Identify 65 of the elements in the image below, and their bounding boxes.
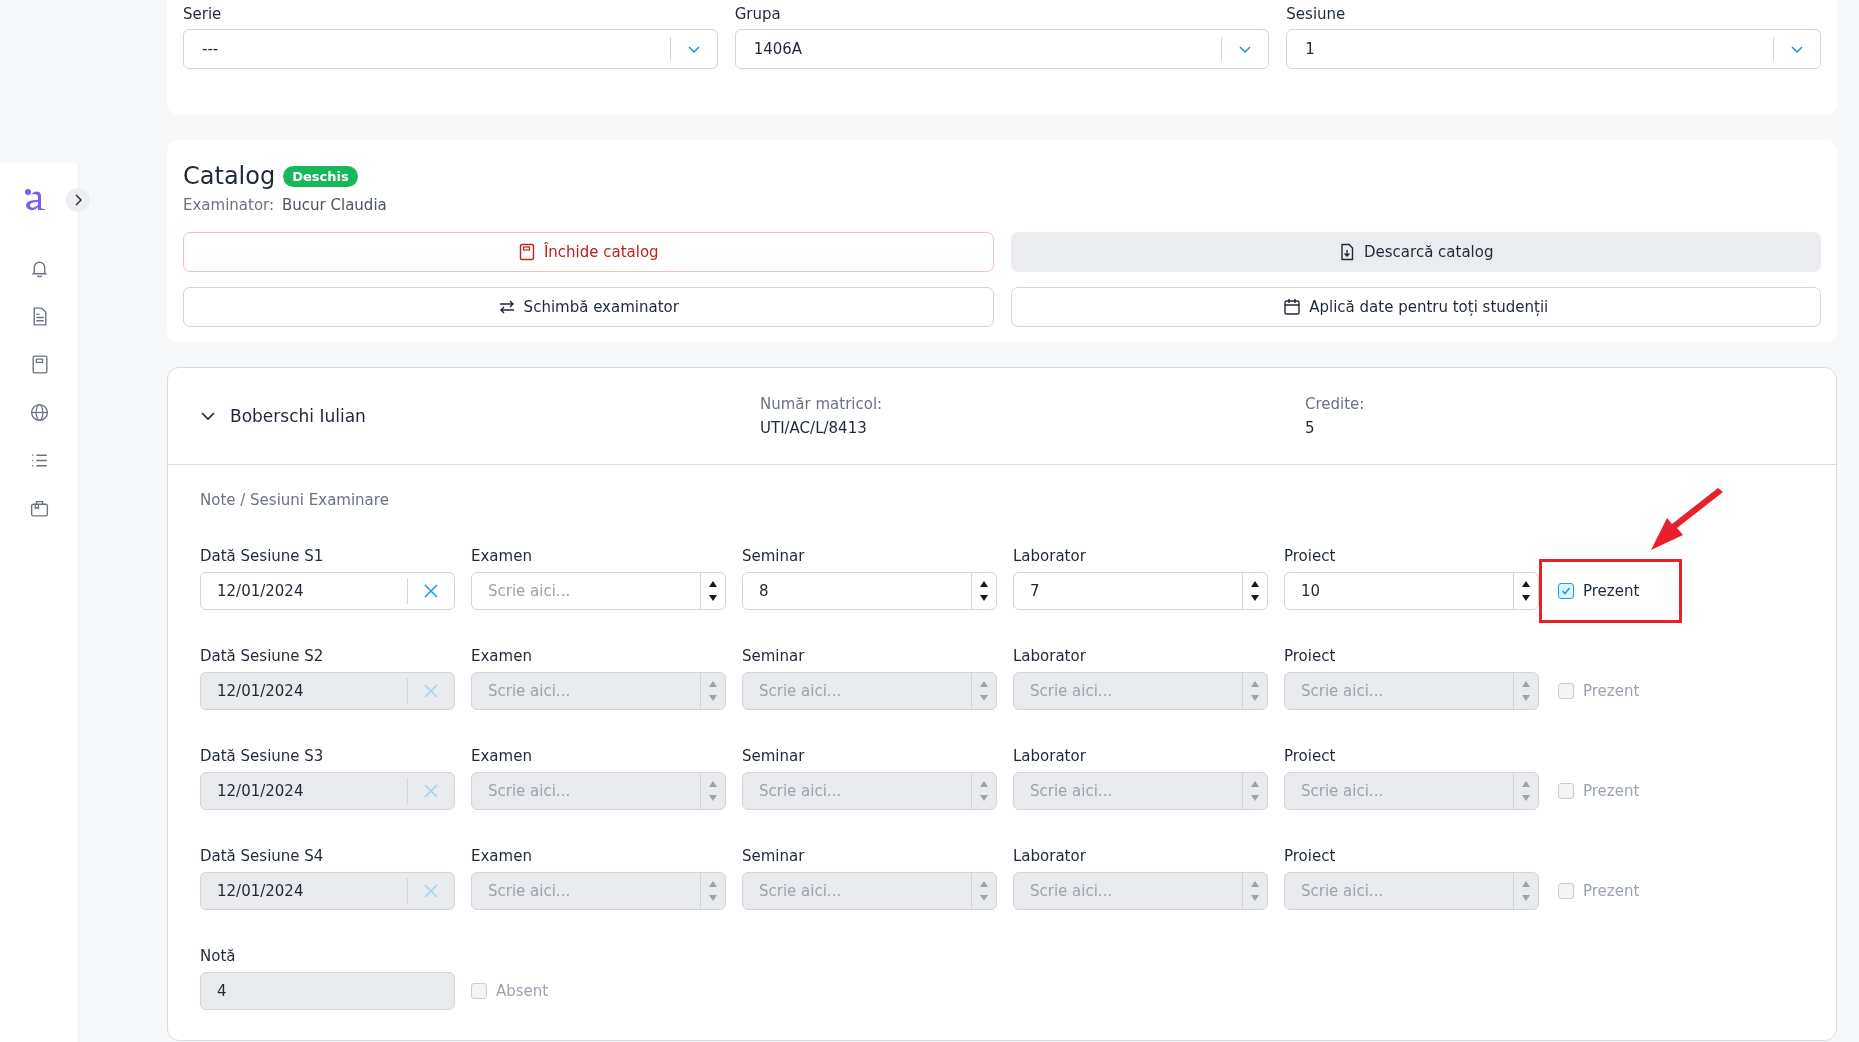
catalog-button[interactable]: Schimbă examinator: [183, 287, 994, 327]
examiner-name: Bucur Claudia: [282, 196, 387, 214]
select-field[interactable]: 1406A: [734, 29, 1270, 69]
field-label: Examen: [471, 647, 533, 665]
expand-sidebar-button[interactable]: [66, 188, 90, 212]
field-label: Laborator: [1013, 847, 1087, 865]
field-label: Proiect: [1284, 547, 1337, 565]
calendar-icon: [1283, 298, 1302, 316]
select-field[interactable]: ---: [183, 29, 718, 69]
field-label: Dată Sesiune S3: [200, 747, 325, 765]
field-label: Notă: [200, 947, 237, 965]
section-title: Note / Sesiuni Examinare: [200, 491, 390, 509]
field-label: Laborator: [1013, 547, 1087, 565]
field-value: 5: [1305, 419, 1316, 437]
clear-icon[interactable]: [424, 584, 438, 598]
field-label: Dată Sesiune S4: [200, 847, 325, 865]
chevron-down-icon: [686, 44, 701, 54]
field-label: Proiect: [1284, 747, 1337, 765]
file-download-icon: [1338, 243, 1356, 261]
field-label: Proiect: [1284, 647, 1337, 665]
chevron-down-icon[interactable]: [200, 410, 216, 422]
number-field[interactable]: 8: [742, 572, 997, 610]
field-value: UTI/AC/L/8413: [760, 419, 868, 437]
field-label: Laborator: [1013, 747, 1087, 765]
checkbox-label: Prezent: [1583, 782, 1640, 800]
student-name: Boberschi Iulian: [230, 406, 366, 426]
number-field[interactable]: 7: [1013, 572, 1268, 610]
notebook-icon: [517, 243, 536, 261]
checkbox[interactable]: [1558, 583, 1574, 599]
filter-label: Serie: [183, 5, 223, 23]
status-badge: Deschis: [283, 165, 358, 187]
field-label: Dată Sesiune S2: [200, 647, 325, 665]
catalog-button[interactable]: Închide catalog: [183, 232, 994, 272]
field-label: Examen: [471, 547, 533, 565]
examiner-label: Examinator:: [183, 196, 275, 214]
chevron-right-icon: [73, 194, 83, 206]
checkbox-label: Prezent: [1583, 882, 1640, 900]
field-label: Număr matricol:: [760, 395, 884, 413]
date-field[interactable]: 12/01/2024: [200, 572, 455, 610]
catalog-button[interactable]: Descarcă catalog: [1010, 232, 1821, 272]
catalog-button[interactable]: Aplică date pentru toți studenții: [1010, 287, 1821, 327]
briefcase-icon[interactable]: [28, 498, 50, 519]
field-label: Seminar: [742, 747, 806, 765]
field-label: Seminar: [742, 547, 806, 565]
field-label: Credite:: [1305, 395, 1366, 413]
checkmark-icon: [1561, 586, 1571, 596]
filter-label: Grupa: [734, 5, 782, 23]
swap-arrows-icon: [497, 298, 516, 316]
field-label: Seminar: [742, 847, 806, 865]
checkbox-label: Prezent: [1583, 582, 1640, 600]
field-label: Dată Sesiune S1: [200, 547, 325, 565]
field-label: Laborator: [1013, 647, 1087, 665]
catalog-title: Catalog: [183, 162, 276, 190]
select-field[interactable]: 1: [1286, 29, 1821, 69]
field-label: Examen: [471, 747, 533, 765]
field-label: Seminar: [742, 647, 806, 665]
checkbox-label: Prezent: [1583, 682, 1640, 700]
globe-icon[interactable]: [28, 402, 50, 423]
chevron-down-icon: [1238, 44, 1253, 54]
number-field[interactable]: 10: [1284, 572, 1539, 610]
field-label: Proiect: [1284, 847, 1337, 865]
checkbox-label: Absent: [496, 982, 549, 1000]
chevron-down-icon: [1790, 44, 1804, 54]
field-label: Examen: [471, 847, 533, 865]
filter-label: Sesiune: [1286, 5, 1347, 23]
